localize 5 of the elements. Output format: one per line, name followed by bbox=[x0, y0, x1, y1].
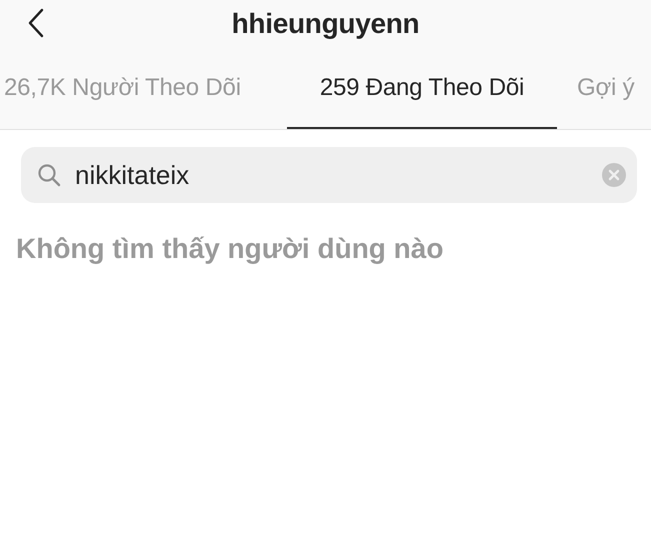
empty-message: Không tìm thấy người dùng nào bbox=[16, 233, 444, 265]
profile-username: hhieunguyenn bbox=[232, 8, 420, 40]
back-button[interactable] bbox=[26, 7, 46, 39]
search-field[interactable]: nikkitateix bbox=[21, 147, 637, 203]
tab[interactable]: 259 Đang Theo Dõi bbox=[287, 48, 557, 129]
